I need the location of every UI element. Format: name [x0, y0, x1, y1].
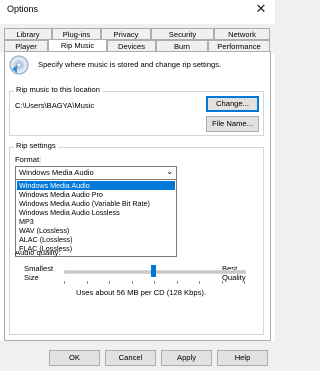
slider-tick: [221, 281, 223, 284]
rip-settings-label: Rip settings: [14, 141, 58, 150]
format-dropdown[interactable]: Windows Media Audio ⌄: [15, 166, 177, 180]
ok-button[interactable]: OK: [49, 350, 100, 366]
cancel-button[interactable]: Cancel: [105, 350, 156, 366]
format-option[interactable]: Windows Media Audio Pro: [17, 190, 175, 199]
title-bar: Options ✕: [0, 0, 275, 19]
rip-location-path: C:\Users\BAGYA\Music: [15, 101, 95, 110]
slider-tick: [109, 281, 110, 284]
usage-text: Uses about 56 MB per CD (128 Kbps).: [76, 288, 206, 297]
change-button[interactable]: Change...: [206, 96, 259, 112]
format-label: Format:: [15, 155, 42, 164]
slider-tick: [131, 281, 133, 284]
format-option[interactable]: WAV (Lossless): [17, 226, 175, 235]
dialog-button-bar: OK Cancel Apply Help: [0, 341, 275, 371]
format-option[interactable]: MP3: [17, 217, 175, 226]
slider-tick: [244, 281, 245, 284]
tab-strip: Library Plug-ins Privacy Security Networ…: [0, 24, 275, 53]
slider-tick: [64, 281, 65, 284]
close-icon[interactable]: ✕: [253, 1, 269, 17]
disc-icon: [9, 55, 29, 75]
help-button[interactable]: Help: [217, 350, 268, 366]
slider-tick: [199, 281, 200, 284]
tab-security[interactable]: Security: [151, 28, 214, 40]
intro-text: Specify where music is stored and change…: [38, 60, 222, 69]
tab-network[interactable]: Network: [214, 28, 270, 40]
slider-tick: [86, 281, 88, 284]
window-title: Options: [7, 4, 39, 14]
apply-button[interactable]: Apply: [161, 350, 212, 366]
chevron-down-icon: ⌄: [166, 167, 173, 176]
slider-tick: [154, 281, 155, 284]
format-option[interactable]: ALAC (Lossless): [17, 235, 175, 244]
format-options-list: Windows Media Audio Windows Media Audio …: [15, 179, 177, 257]
tab-privacy[interactable]: Privacy: [101, 28, 151, 40]
quality-label: Quality: [222, 273, 246, 282]
format-value: Windows Media Audio: [19, 168, 94, 177]
audio-quality-label: Audio quality:: [15, 251, 61, 257]
format-option[interactable]: Windows Media Audio Lossless: [17, 208, 175, 217]
rip-location-label: Rip music to this location: [14, 85, 102, 94]
size-label: Size: [24, 273, 39, 282]
format-option[interactable]: Windows Media Audio (Variable Bit Rate): [17, 199, 175, 208]
smallest-label: Smallest: [24, 264, 54, 273]
tab-library[interactable]: Library: [4, 28, 52, 40]
options-window: Options ✕ Library Plug-ins Privacy Secur…: [0, 0, 275, 371]
file-name-button[interactable]: File Name...: [206, 116, 259, 132]
format-option[interactable]: Windows Media Audio: [17, 181, 175, 190]
quality-slider-thumb[interactable]: [151, 265, 156, 277]
slider-tick: [176, 281, 178, 284]
